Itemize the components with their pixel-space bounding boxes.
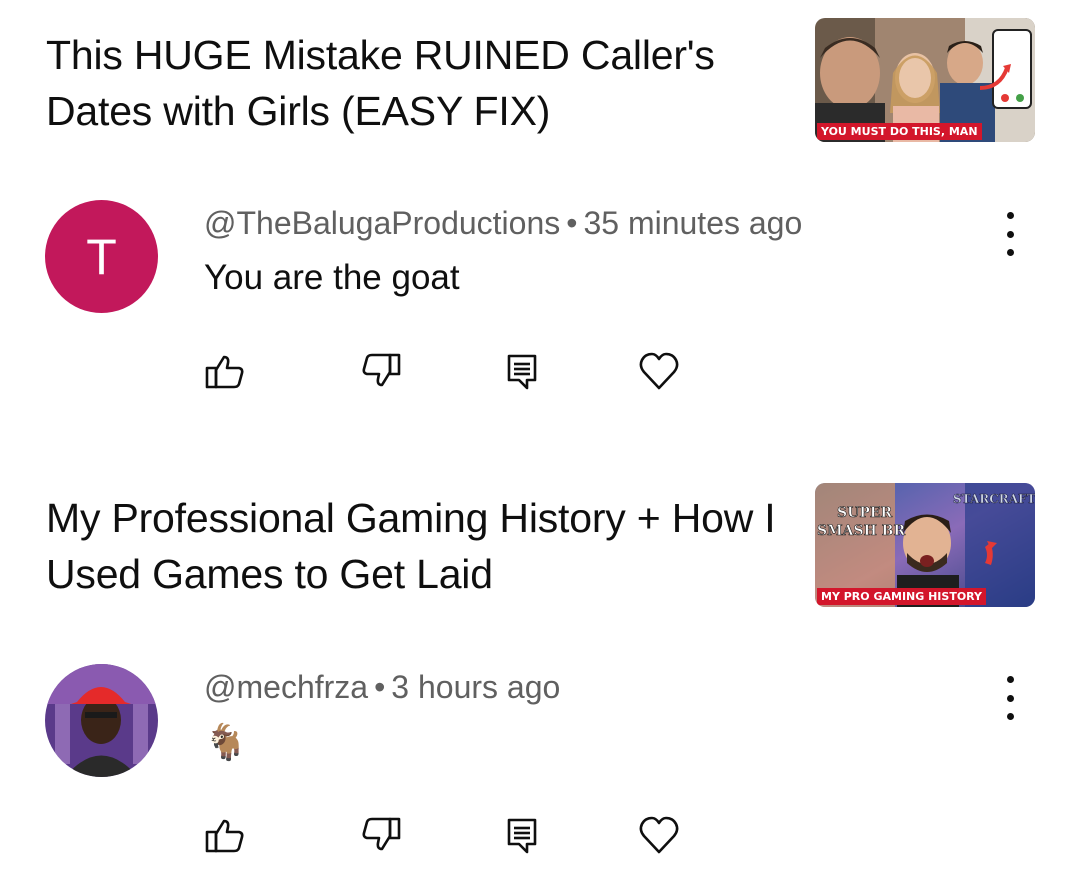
video-thumbnail[interactable]: YOU MUST DO THIS, MAN <box>815 18 1035 142</box>
comment-author[interactable]: @mechfrza <box>204 669 368 705</box>
separator-dot: • <box>566 205 578 241</box>
avatar-image <box>45 664 158 777</box>
heart-icon[interactable] <box>637 349 681 393</box>
avatar[interactable]: T <box>45 200 158 313</box>
svg-text:STARCRAFT: STARCRAFT <box>953 492 1035 506</box>
thumbnail-banner: MY PRO GAMING HISTORY <box>817 588 987 605</box>
separator-dot: • <box>374 669 386 705</box>
comment-time: 35 minutes ago <box>583 205 803 241</box>
comment-meta: @mechfrza • 3 hours ago <box>204 669 560 706</box>
video-title[interactable]: My Professional Gaming History + How I U… <box>46 490 786 602</box>
comment-text: 🐐 <box>204 723 248 763</box>
reply-icon[interactable] <box>500 349 544 393</box>
svg-text:SMASH BR: SMASH BR <box>817 523 906 539</box>
comment-author[interactable]: @TheBalugaProductions <box>204 205 560 241</box>
avatar-letter: T <box>45 200 158 313</box>
comment-time: 3 hours ago <box>391 669 561 705</box>
thumbnail-banner: YOU MUST DO THIS, MAN <box>817 123 982 140</box>
like-icon[interactable] <box>203 813 247 857</box>
like-icon[interactable] <box>203 349 247 393</box>
more-options-icon[interactable] <box>995 676 1025 720</box>
video-thumbnail[interactable]: SUPER SMASH BR STARCRAFT MY PRO GAMING H… <box>815 483 1035 607</box>
dislike-icon[interactable] <box>359 813 403 857</box>
heart-icon[interactable] <box>637 813 681 857</box>
more-options-icon[interactable] <box>995 212 1025 256</box>
avatar[interactable] <box>45 664 158 777</box>
reply-icon[interactable] <box>500 813 544 857</box>
svg-text:SUPER: SUPER <box>837 505 893 521</box>
video-title[interactable]: This HUGE Mistake RUINED Caller's Dates … <box>46 27 786 139</box>
comment-meta: @TheBalugaProductions • 35 minutes ago <box>204 205 802 242</box>
dislike-icon[interactable] <box>359 349 403 393</box>
comment-text: You are the goat <box>204 258 460 297</box>
